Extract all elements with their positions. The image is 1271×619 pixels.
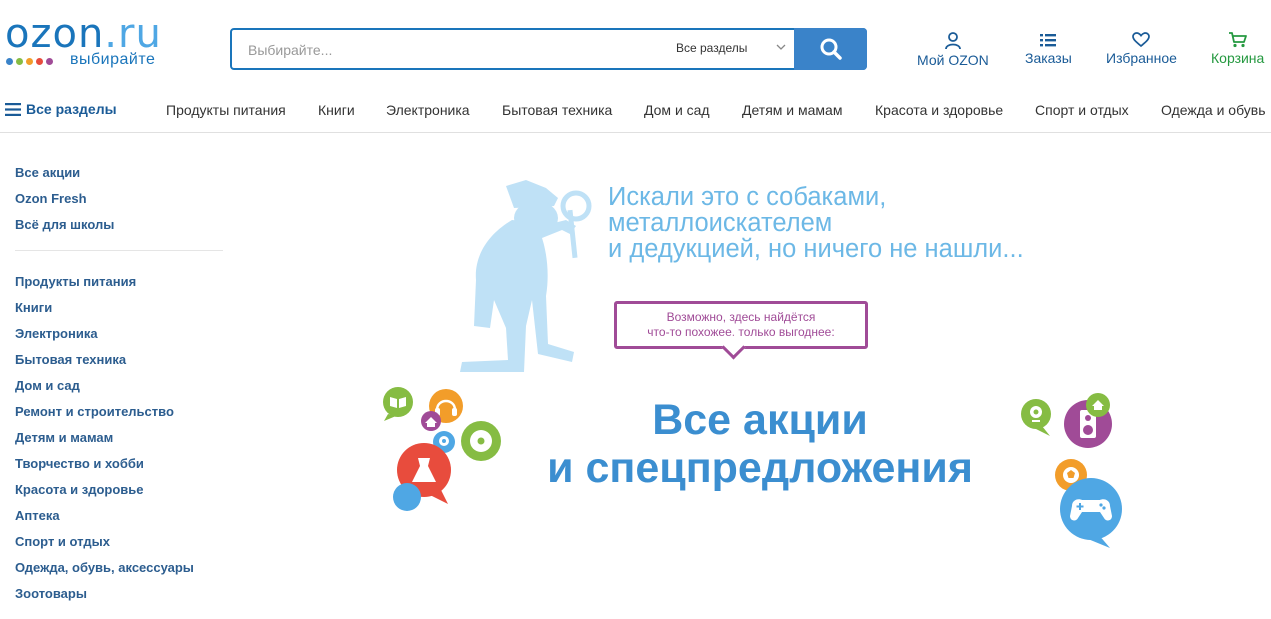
sidebar-category-link[interactable]: Книги bbox=[15, 295, 225, 321]
nav-item[interactable]: Продукты питания bbox=[166, 102, 286, 118]
my-ozon-label: Мой OZON bbox=[917, 52, 989, 68]
hamburger-icon bbox=[5, 102, 21, 116]
user-icon bbox=[944, 32, 961, 50]
chevron-down-icon[interactable] bbox=[775, 41, 787, 53]
sidebar-category-link[interactable]: Творчество и хобби bbox=[15, 451, 225, 477]
home-icon bbox=[1086, 393, 1110, 417]
sidebar-category-link[interactable]: Красота и здоровье bbox=[15, 477, 225, 503]
search-icon bbox=[820, 38, 842, 60]
nav-item[interactable]: Электроника bbox=[386, 102, 470, 118]
all-sections-button[interactable]: Все разделы bbox=[5, 101, 117, 117]
cart-label: Корзина bbox=[1211, 50, 1265, 66]
logo-tagline: выбирайте bbox=[70, 51, 156, 68]
nav-item[interactable]: Красота и здоровье bbox=[875, 102, 1003, 118]
heart-icon bbox=[1132, 32, 1151, 48]
nav-item[interactable]: Детям и мамам bbox=[742, 102, 842, 118]
sidebar-category-link[interactable]: Продукты питания bbox=[15, 269, 225, 295]
cart-link[interactable]: Корзина bbox=[1211, 32, 1264, 66]
webcam-icon bbox=[1021, 399, 1051, 436]
cd-icon bbox=[461, 421, 501, 461]
nav-item[interactable]: Спорт и отдых bbox=[1035, 102, 1129, 118]
search-bar: Все разделы bbox=[230, 28, 867, 70]
all-sections-label: Все разделы bbox=[26, 101, 117, 117]
sidebar-category-link[interactable]: Детям и мамам bbox=[15, 425, 225, 451]
nav-item[interactable]: Книги bbox=[318, 102, 355, 118]
sidebar-category-link[interactable]: Бытовая техника bbox=[15, 347, 225, 373]
orders-label: Заказы bbox=[1025, 50, 1072, 66]
nav-item[interactable]: Бытовая техника bbox=[502, 102, 612, 118]
sidebar-category-link[interactable]: Зоотовары bbox=[15, 581, 225, 607]
sidebar-promo-link[interactable]: Ozon Fresh bbox=[15, 186, 225, 212]
sidebar-category-link[interactable]: Дом и сад bbox=[15, 373, 225, 399]
orders-link[interactable]: Заказы bbox=[1025, 32, 1072, 66]
my-ozon-link[interactable]: Мой OZON bbox=[917, 32, 989, 68]
cart-icon bbox=[1228, 32, 1247, 48]
banner-speech-bubble: Возможно, здесь найдётся что-то похожее,… bbox=[614, 301, 868, 360]
banner-headline: Искали это с собаками, металлоискателем … bbox=[608, 183, 1024, 263]
promo-title: Все акции и спецпредложения bbox=[547, 396, 973, 492]
sidebar: Все акции Ozon Fresh Всё для школы Проду… bbox=[15, 160, 225, 607]
search-input[interactable] bbox=[246, 39, 670, 61]
sidebar-category-link[interactable]: Одежда, обувь, аксессуары bbox=[15, 555, 225, 581]
sidebar-category-link[interactable]: Спорт и отдых bbox=[15, 529, 225, 555]
search-scope-select[interactable]: Все разделы bbox=[676, 41, 747, 55]
gamepad-icon bbox=[1060, 478, 1122, 548]
sidebar-promo-link[interactable]: Всё для школы bbox=[15, 212, 225, 238]
sidebar-promo-link[interactable]: Все акции bbox=[15, 160, 225, 186]
favorites-label: Избранное bbox=[1106, 50, 1177, 66]
ball-icon bbox=[393, 483, 421, 511]
favorites-link[interactable]: Избранное bbox=[1106, 32, 1177, 66]
logo-wordmark: ozon.ru bbox=[5, 11, 162, 57]
list-icon bbox=[1040, 34, 1057, 47]
logo-dots bbox=[6, 58, 53, 65]
nav-item[interactable]: Дом и сад bbox=[644, 102, 710, 118]
nav-item[interactable]: Одежда и обувь bbox=[1161, 102, 1266, 118]
detective-illustration bbox=[460, 180, 592, 372]
sidebar-category-link[interactable]: Ремонт и строительство bbox=[15, 399, 225, 425]
sidebar-category-link[interactable]: Аптека bbox=[15, 503, 225, 529]
not-found-banner[interactable]: Искали это с собаками, металлоискателем … bbox=[370, 170, 1130, 560]
sidebar-category-link[interactable]: Электроника bbox=[15, 321, 225, 347]
search-button[interactable] bbox=[794, 28, 867, 70]
category-nav: Все разделы Продукты питания Книги Элект… bbox=[0, 90, 1271, 133]
sidebar-divider bbox=[15, 250, 223, 251]
ozon-logo[interactable]: ozon.ru выбирайте bbox=[5, 14, 195, 72]
book-icon bbox=[383, 387, 413, 421]
